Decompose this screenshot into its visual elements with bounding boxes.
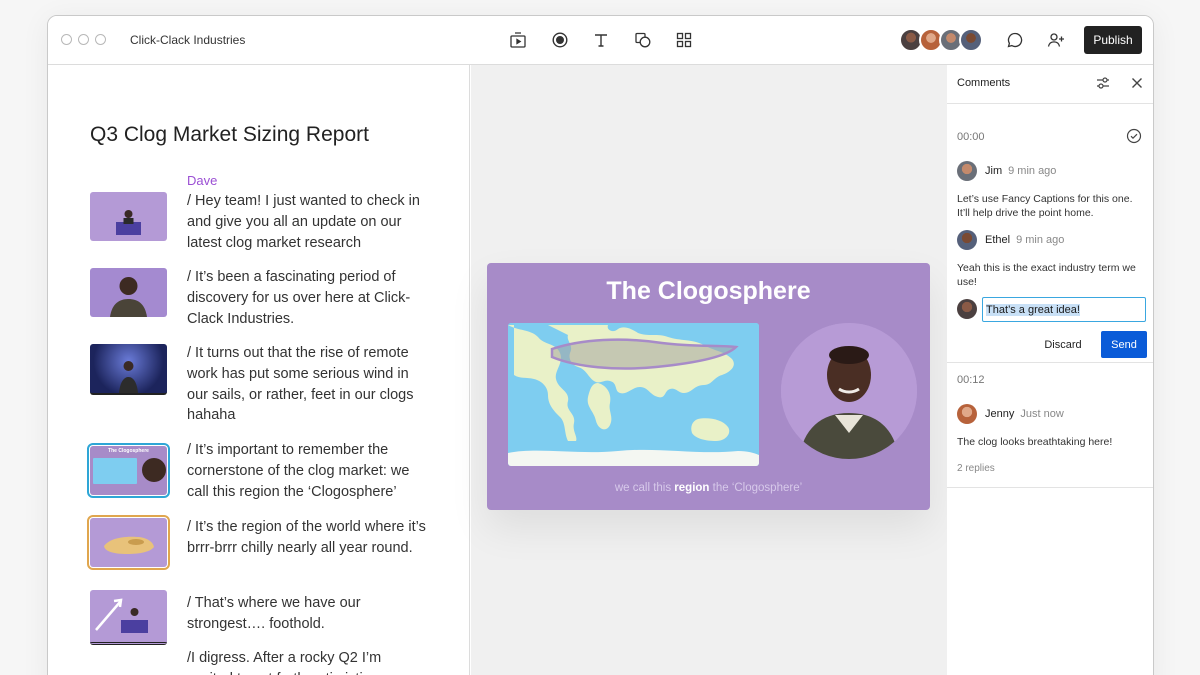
publish-button[interactable]: Publish [1084, 26, 1142, 54]
comments-header: Comments [947, 65, 1153, 104]
comment-text: The clog looks breathtaking here! [957, 436, 1113, 448]
comment-timestamp[interactable]: 00:12 [957, 374, 985, 386]
caption-text: the ‘Clogosphere’ [712, 482, 803, 494]
title-bar: Click-Clack Industries Publish [48, 16, 1153, 65]
chat-bubble-icon[interactable] [1005, 30, 1025, 50]
comment-author: Jenny Just now [985, 408, 1064, 420]
avatar [957, 299, 977, 319]
comment-time-ago: 9 min ago [1008, 165, 1057, 177]
comment-time-ago: 9 min ago [1016, 234, 1065, 246]
author-name: Jenny [985, 408, 1015, 420]
script-line[interactable]: / It turns out that the rise of remote w… [187, 343, 427, 426]
video-scene-icon[interactable] [508, 30, 528, 50]
divider [947, 487, 1153, 488]
reply-input[interactable]: That’s a great idea! [982, 297, 1146, 322]
slide-canvas: The Clogosphere we call this region the … [471, 65, 947, 675]
close-icon[interactable] [1129, 75, 1145, 91]
text-icon[interactable] [591, 30, 611, 50]
app-window: Click-Clack Industries Publish Q3 Clog M… [47, 15, 1154, 675]
thumbnail-title: The Clogosphere [108, 448, 149, 454]
slide-preview[interactable]: The Clogosphere we call this region the … [487, 263, 930, 510]
window-minimize-button[interactable] [78, 34, 89, 45]
slide-caption[interactable]: we call this region the ‘Clogosphere’ [487, 482, 930, 494]
grid-icon[interactable] [674, 30, 694, 50]
comment-author: Jim 9 min ago [985, 165, 1056, 177]
presenter-portrait[interactable] [781, 323, 917, 459]
caption-text: we call this [614, 482, 672, 494]
script-line[interactable]: /I digress. After a rocky Q2 I’m excited… [187, 648, 427, 675]
scene-thumbnail[interactable] [90, 268, 167, 317]
record-icon[interactable] [550, 30, 570, 50]
comment-author: Ethel 9 min ago [985, 234, 1064, 246]
scene-thumbnail[interactable] [90, 192, 167, 241]
comment-timestamp[interactable]: 00:00 [957, 131, 985, 143]
script-line[interactable]: / It’s important to remember the corners… [187, 440, 427, 502]
add-person-icon[interactable] [1046, 30, 1066, 50]
scene-thumbnail[interactable] [90, 590, 167, 645]
script-line[interactable]: / Hey team! I just wanted to check in an… [187, 191, 427, 253]
resolve-check-icon[interactable] [1126, 128, 1142, 144]
reply-input-value[interactable]: That’s a great idea! [986, 303, 1080, 316]
filter-icon[interactable] [1095, 75, 1111, 91]
send-button[interactable]: Send [1101, 331, 1147, 358]
world-map-image[interactable] [508, 323, 759, 466]
comment-time-ago: Just now [1020, 408, 1064, 420]
discard-button[interactable]: Discard [1035, 331, 1091, 358]
divider [947, 362, 1153, 363]
window-close-button[interactable] [61, 34, 72, 45]
script-panel: Q3 Clog Market Sizing Report Dave / Hey … [48, 65, 470, 675]
script-line[interactable]: / It’s the region of the world where it’… [187, 517, 427, 559]
shapes-icon[interactable] [633, 30, 653, 50]
author-name: Ethel [985, 234, 1011, 246]
comments-title: Comments [957, 77, 1011, 89]
caption-highlight: region [674, 482, 710, 494]
window-maximize-button[interactable] [95, 34, 106, 45]
scene-thumbnail[interactable]: The Clogosphere [87, 443, 170, 498]
window-title: Click-Clack Industries [130, 33, 246, 47]
avatar [957, 230, 977, 250]
speaker-label[interactable]: Dave [187, 173, 217, 188]
script-line[interactable]: / That’s where we have our strongest…. f… [187, 593, 427, 635]
comment-text: Yeah this is the exact industry term we … [957, 262, 1136, 288]
avatar [957, 404, 977, 424]
scene-thumbnail[interactable] [87, 515, 170, 570]
comment-text: Let’s use Fancy Captions for this one. I… [957, 193, 1133, 219]
avatar [957, 161, 977, 181]
page-title[interactable]: Q3 Clog Market Sizing Report [90, 123, 369, 147]
comments-panel: Comments 00:00 Jim 9 min ago Let’s use Fa… [947, 65, 1153, 675]
scene-thumbnail[interactable] [90, 344, 167, 395]
avatar[interactable] [959, 28, 983, 52]
slide-title[interactable]: The Clogosphere [487, 277, 930, 306]
replies-link[interactable]: 2 replies [957, 463, 995, 474]
author-name: Jim [985, 165, 1003, 177]
script-line[interactable]: / It’s been a fascinating period of disc… [187, 267, 427, 329]
